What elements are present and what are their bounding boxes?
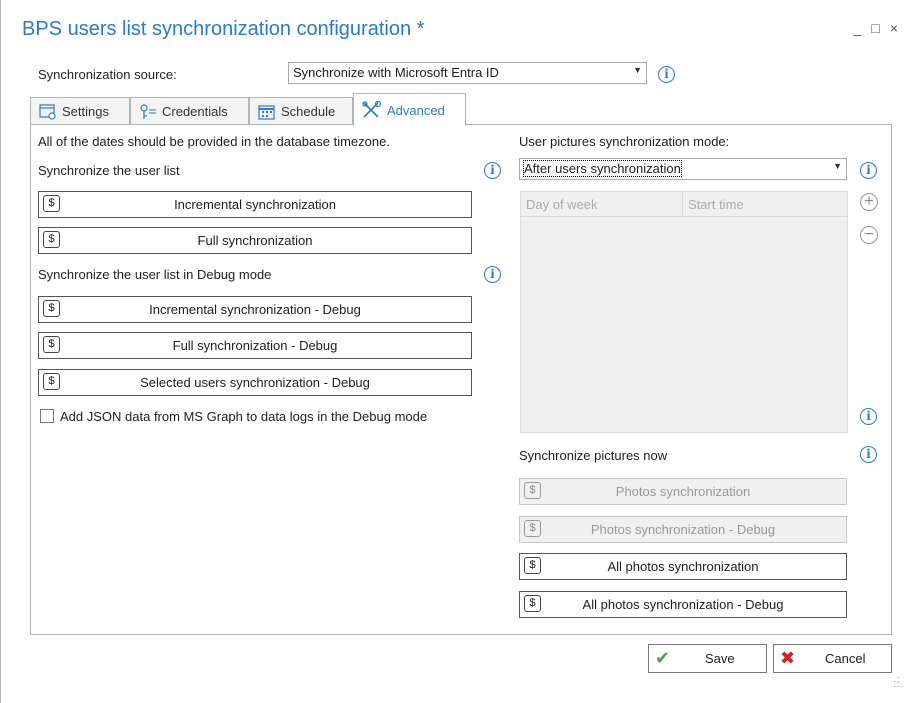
save-button[interactable]: ✔ Save	[648, 644, 767, 673]
schedule-grid[interactable]: Day of week Start time	[520, 191, 848, 433]
button-label: Photos synchronization - Debug	[590, 522, 776, 537]
debug-mode-label: Synchronize the user list in Debug mode	[38, 267, 272, 282]
pictures-mode-select[interactable]: After users synchronization ▼	[519, 158, 847, 180]
cancel-button[interactable]: ✖ Cancel	[773, 644, 892, 673]
sync-icon: $	[524, 520, 541, 537]
sync-icon: $	[43, 300, 60, 317]
sync-source-select[interactable]: Synchronize with Microsoft Entra ID ▼	[288, 62, 647, 84]
sync-icon: $	[43, 195, 60, 212]
button-label: Selected users synchronization - Debug	[140, 375, 370, 390]
cancel-x-icon: ✖	[780, 648, 796, 668]
close-icon[interactable]: ×	[890, 20, 898, 36]
info-icon[interactable]: i	[658, 66, 675, 83]
button-label: All photos synchronization - Debug	[582, 597, 784, 612]
window-title: BPS users list synchronization configura…	[22, 18, 425, 40]
sync-icon: $	[43, 373, 60, 390]
tab-label: Credentials	[162, 104, 228, 119]
tab-label: Schedule	[281, 104, 336, 119]
json-data-checkbox[interactable]	[40, 409, 54, 423]
minimize-icon[interactable]: _	[854, 20, 862, 36]
calendar-icon	[258, 104, 275, 120]
column-day-of-week[interactable]: Day of week	[526, 197, 598, 212]
sync-icon: $	[524, 482, 541, 499]
remove-row-icon[interactable]: −	[860, 226, 878, 244]
chevron-down-icon: ▼	[633, 65, 642, 75]
grid-header: Day of week Start time	[521, 192, 847, 217]
tab-credentials[interactable]: Credentials	[130, 97, 249, 125]
sync-source-value: Synchronize with Microsoft Entra ID	[293, 65, 499, 80]
column-start-time[interactable]: Start time	[688, 197, 744, 212]
incremental-sync-button[interactable]: $ Incremental synchronization	[38, 191, 472, 218]
tools-icon	[362, 101, 382, 118]
button-label: All photos synchronization	[607, 559, 759, 574]
sync-icon: $	[43, 336, 60, 353]
checkmark-icon: ✔	[655, 648, 671, 668]
info-icon[interactable]: i	[860, 408, 877, 425]
tab-label: Advanced	[387, 102, 445, 118]
sync-icon: $	[43, 231, 60, 248]
tab-settings[interactable]: Settings	[30, 97, 130, 125]
tab-schedule[interactable]: Schedule	[249, 97, 353, 125]
pictures-mode-value: After users synchronization	[523, 160, 682, 177]
tab-label: Settings	[62, 104, 109, 119]
sync-icon: $	[524, 595, 541, 612]
full-sync-button[interactable]: $ Full synchronization	[38, 227, 472, 254]
info-icon[interactable]: i	[860, 446, 877, 463]
button-label: Full synchronization - Debug	[172, 338, 338, 353]
json-data-checkbox-label: Add JSON data from MS Graph to data logs…	[60, 409, 428, 424]
info-icon[interactable]: i	[484, 266, 501, 283]
key-icon	[140, 103, 156, 119]
button-label: Full synchronization	[197, 233, 313, 248]
full-sync-debug-button[interactable]: $ Full synchronization - Debug	[38, 332, 472, 359]
settings-icon	[39, 103, 56, 120]
button-label: Photos synchronization	[615, 484, 751, 499]
add-row-icon[interactable]: +	[860, 193, 878, 211]
timezone-note: All of the dates should be provided in t…	[38, 134, 390, 149]
button-label: Incremental synchronization - Debug	[149, 302, 361, 317]
resize-grip-icon[interactable]: .:.:.	[893, 675, 904, 689]
photos-sync-button[interactable]: $ Photos synchronization	[519, 478, 847, 505]
sync-user-list-label: Synchronize the user list	[38, 163, 180, 178]
tab-advanced[interactable]: Advanced	[353, 93, 466, 126]
incremental-sync-debug-button[interactable]: $ Incremental synchronization - Debug	[38, 296, 472, 323]
sync-icon: $	[524, 557, 541, 574]
info-icon[interactable]: i	[484, 162, 501, 179]
pictures-mode-label: User pictures synchronization mode:	[519, 134, 730, 149]
window-controls: _ □ ×	[854, 20, 898, 36]
photos-sync-debug-button[interactable]: $ Photos synchronization - Debug	[519, 516, 847, 543]
selected-users-sync-debug-button[interactable]: $ Selected users synchronization - Debug	[38, 369, 472, 396]
sync-source-label: Synchronization source:	[38, 67, 177, 82]
chevron-down-icon: ▼	[833, 161, 842, 171]
button-label: Incremental synchronization	[174, 197, 336, 212]
cancel-label: Cancel	[825, 651, 866, 666]
maximize-icon[interactable]: □	[871, 20, 879, 36]
all-photos-sync-debug-button[interactable]: $ All photos synchronization - Debug	[519, 591, 847, 618]
save-label: Save	[705, 651, 735, 666]
info-icon[interactable]: i	[860, 162, 877, 179]
sync-pictures-now-label: Synchronize pictures now	[519, 448, 668, 463]
window-edge	[0, 0, 1, 703]
all-photos-sync-button[interactable]: $ All photos synchronization	[519, 553, 847, 580]
column-divider	[682, 192, 683, 216]
